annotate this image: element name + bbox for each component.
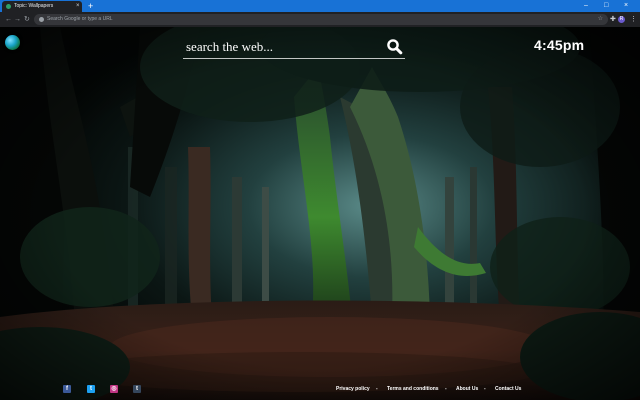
instagram-icon[interactable]: ◎ [110, 385, 118, 393]
contact-us-link[interactable]: Contact Us [495, 386, 521, 392]
footer-separator: - [484, 386, 486, 392]
forward-icon[interactable]: → [14, 13, 21, 26]
back-icon[interactable]: ← [5, 13, 12, 26]
omnibox-placeholder[interactable]: Search Google or type a URL [47, 14, 113, 25]
terms-link[interactable]: Terms and conditions [387, 386, 439, 392]
clock: 4:45pm [534, 37, 585, 53]
search-bar [183, 37, 405, 59]
magnifier-icon [387, 39, 403, 55]
profile-avatar[interactable]: R [618, 16, 625, 23]
search-button[interactable] [386, 38, 403, 55]
privacy-policy-link[interactable]: Privacy policy [336, 386, 370, 392]
omnibox[interactable]: Search Google or type a URL ☆ [34, 14, 608, 25]
twitter-icon[interactable]: t [87, 385, 95, 393]
minimize-button[interactable]: – [584, 0, 588, 12]
tab-strip: Topic: Wallpapers × + – □ × [0, 0, 640, 12]
close-window-button[interactable]: × [624, 0, 628, 12]
about-us-link[interactable]: About Us [456, 386, 478, 392]
forest-wallpaper-background [0, 27, 640, 400]
bookmark-star-icon[interactable]: ☆ [598, 14, 603, 25]
extensions-puzzle-icon[interactable]: ✚ [610, 13, 616, 26]
site-logo[interactable] [5, 35, 20, 50]
footer-separator: - [445, 386, 447, 392]
tab-close-icon[interactable]: × [76, 2, 80, 11]
active-tab[interactable]: Topic: Wallpapers × [2, 1, 82, 12]
browser-toolbar: ← → ↻ Search Google or type a URL ☆ ✚ ⋮ [0, 12, 640, 27]
maximize-button[interactable]: □ [604, 0, 608, 12]
tumblr-icon[interactable]: t [133, 385, 141, 393]
tab-favicon-icon [6, 4, 11, 9]
menu-dots-icon[interactable]: ⋮ [630, 13, 637, 26]
facebook-icon[interactable]: f [63, 385, 71, 393]
footer-separator: - [376, 386, 378, 392]
reload-icon[interactable]: ↻ [24, 13, 30, 26]
google-icon [39, 17, 44, 22]
search-input[interactable] [183, 37, 382, 57]
tab-title: Topic: Wallpapers [14, 3, 54, 9]
new-tab-button[interactable]: + [88, 0, 93, 12]
